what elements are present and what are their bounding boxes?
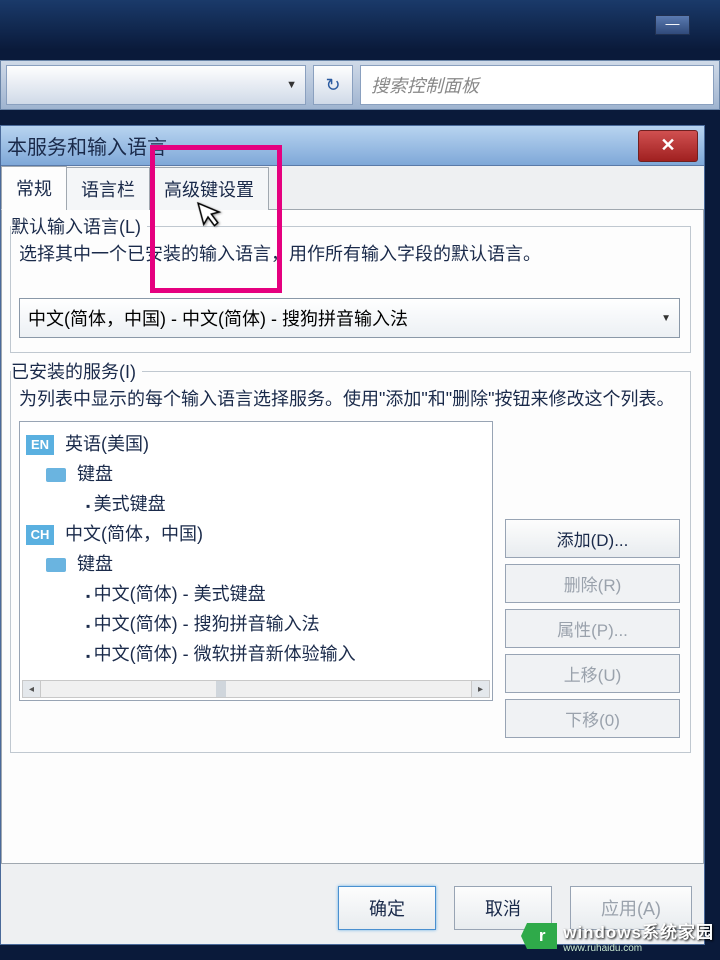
default-language-group-title: 默认输入语言(L) <box>11 213 147 239</box>
installed-services-group: 已安装的服务(I) 为列表中显示的每个输入语言选择服务。使用"添加"和"删除"按… <box>10 371 691 753</box>
outer-window-chrome: — <box>0 0 720 50</box>
chevron-down-icon: ▼ <box>661 313 671 324</box>
keyboard-icon <box>46 468 66 482</box>
close-icon: ✕ <box>660 135 675 156</box>
watermark-text: windows系统家园 <box>563 918 714 943</box>
ch-lang-label: 中文(简体，中国) <box>65 524 203 544</box>
default-language-select[interactable]: 中文(简体，中国) - 中文(简体) - 搜狗拼音输入法 ▼ <box>19 298 680 338</box>
close-button[interactable]: ✕ <box>638 130 698 162</box>
watermark-url: www.ruhaidu.com <box>563 943 714 954</box>
tree-item[interactable]: 美式键盘 <box>26 488 486 518</box>
en-lang-label: 英语(美国) <box>65 434 149 454</box>
tree-item[interactable]: 中文(简体) - 微软拼音新体验输入 <box>26 638 486 668</box>
watermark: r windows系统家园 www.ruhaidu.com <box>527 918 714 954</box>
en-badge-icon: EN <box>26 435 54 455</box>
tab-language-bar[interactable]: 语言栏 <box>66 167 150 210</box>
refresh-button[interactable]: ↻ <box>313 65 353 105</box>
tree-lang-ch[interactable]: CH 中文(简体，中国) <box>26 518 486 548</box>
movedown-button[interactable]: 下移(0) <box>505 699 680 738</box>
services-tree[interactable]: EN 英语(美国) 键盘 美式键盘 CH 中文(简体，中国) <box>19 421 493 701</box>
minimize-button[interactable]: — <box>655 15 690 35</box>
dialog-title: 本服务和输入语言 <box>1 131 167 160</box>
tree-ch-keyboard[interactable]: 键盘 <box>26 548 486 578</box>
search-input[interactable]: 搜索控制面板 <box>360 65 714 105</box>
tree-item[interactable]: 中文(简体) - 美式键盘 <box>26 578 486 608</box>
installed-services-title: 已安装的服务(I) <box>11 358 142 384</box>
text-services-dialog: 本服务和输入语言 ✕ 常规 语言栏 高级键设置 默认输入语言(L) 选择其中一个… <box>0 125 705 945</box>
ok-button[interactable]: 确定 <box>338 886 436 930</box>
ch-badge-icon: CH <box>26 525 54 545</box>
search-placeholder: 搜索控制面板 <box>371 72 479 98</box>
properties-button[interactable]: 属性(P)... <box>505 609 680 648</box>
remove-button[interactable]: 删除(R) <box>505 564 680 603</box>
scroll-thumb[interactable] <box>216 681 226 697</box>
keyboard-label: 键盘 <box>77 464 113 484</box>
scroll-right-button[interactable]: ▸ <box>471 681 489 697</box>
installed-services-desc: 为列表中显示的每个输入语言选择服务。使用"添加"和"删除"按钮来修改这个列表。 <box>19 386 680 413</box>
tree-en-keyboard[interactable]: 键盘 <box>26 458 486 488</box>
tab-content-general: 默认输入语言(L) 选择其中一个已安装的输入语言，用作所有输入字段的默认语言。 … <box>1 210 704 864</box>
services-buttons: 添加(D)... 删除(R) 属性(P)... 上移(U) 下移(0) <box>505 421 680 738</box>
tab-strip: 常规 语言栏 高级键设置 <box>1 170 704 210</box>
moveup-button[interactable]: 上移(U) <box>505 654 680 693</box>
breadcrumb-dropdown[interactable]: ▼ <box>6 65 306 105</box>
tree-item[interactable]: 中文(简体) - 搜狗拼音输入法 <box>26 608 486 638</box>
scroll-left-button[interactable]: ◂ <box>23 681 41 697</box>
refresh-icon: ↻ <box>325 75 340 96</box>
add-button[interactable]: 添加(D)... <box>505 519 680 558</box>
dialog-body: 常规 语言栏 高级键设置 默认输入语言(L) 选择其中一个已安装的输入语言，用作… <box>1 166 704 944</box>
default-language-value: 中文(简体，中国) - 中文(简体) - 搜狗拼音输入法 <box>28 305 408 331</box>
tree-lang-en[interactable]: EN 英语(美国) <box>26 428 486 458</box>
dialog-titlebar[interactable]: 本服务和输入语言 ✕ <box>1 126 704 166</box>
default-language-desc: 选择其中一个已安装的输入语言，用作所有输入字段的默认语言。 <box>19 241 680 268</box>
watermark-logo-icon: r <box>527 923 557 949</box>
tree-horizontal-scrollbar[interactable]: ◂ ▸ <box>22 680 490 698</box>
default-language-group: 默认输入语言(L) 选择其中一个已安装的输入语言，用作所有输入字段的默认语言。 … <box>10 226 691 353</box>
chevron-down-icon: ▼ <box>286 79 297 91</box>
tab-general[interactable]: 常规 <box>1 166 67 210</box>
keyboard-icon <box>46 558 66 572</box>
keyboard-label: 键盘 <box>77 554 113 574</box>
services-row: EN 英语(美国) 键盘 美式键盘 CH 中文(简体，中国) <box>19 421 680 738</box>
explorer-toolbar: ▼ ↻ 搜索控制面板 <box>0 60 720 110</box>
